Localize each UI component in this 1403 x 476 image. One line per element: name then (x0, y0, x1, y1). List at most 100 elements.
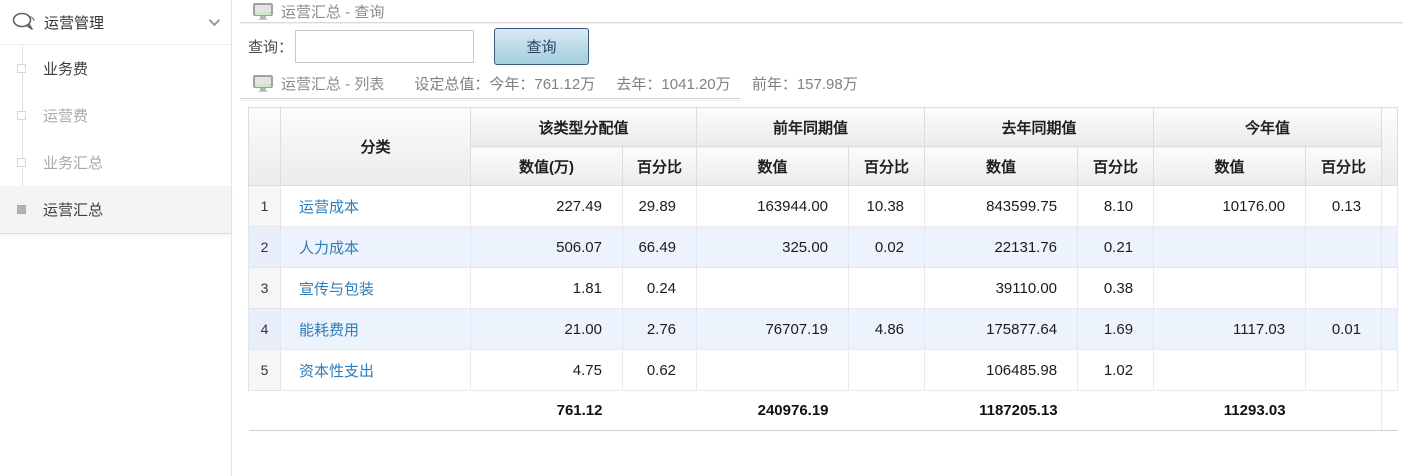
query-panel-title: 运营汇总 - 查询 (281, 1, 384, 22)
table-row: 1 运营成本 227.49 29.89 163944.00 10.38 8435… (249, 186, 1398, 227)
sidebar-item-yunyinghuizong[interactable]: 运营汇总 (0, 186, 231, 233)
category-link[interactable]: 宣传与包装 (299, 281, 374, 298)
category-link[interactable]: 资本性支出 (299, 363, 374, 380)
group-header-allocated: 该类型分配值 (471, 108, 697, 147)
row-index-cell: 2 (249, 227, 281, 268)
total-value-cell: 1187205.13 (925, 391, 1078, 431)
search-row: 查询： 查询 (240, 23, 1403, 70)
filler-cell (1382, 350, 1398, 391)
value-cell: 506.07 (471, 227, 623, 268)
summary-this-year: 今年：761.12万 (489, 76, 595, 93)
row-index-cell: 5 (249, 350, 281, 391)
category-cell: 能耗费用 (281, 309, 471, 350)
value-cell: 22131.76 (925, 227, 1078, 268)
percent-cell (1306, 227, 1382, 268)
value-cell: 175877.64 (925, 309, 1078, 350)
summary-table-wrap: 分类 该类型分配值 前年同期值 去年同期值 今年值 数值(万) 百分比 数值 百… (248, 107, 1403, 431)
percent-cell (1306, 268, 1382, 309)
table-group-header-row: 分类 该类型分配值 前年同期值 去年同期值 今年值 (249, 108, 1398, 147)
sub-header-value: 数值 (1154, 147, 1306, 186)
sidebar-item-label: 业务汇总 (43, 152, 103, 173)
summary-last-year: 去年：1041.20万 (616, 76, 730, 93)
total-percent-cell (623, 391, 697, 431)
sub-header-percent: 百分比 (1078, 147, 1154, 186)
percent-cell (849, 268, 925, 309)
value-cell: 76707.19 (697, 309, 849, 350)
percent-cell: 8.10 (1078, 186, 1154, 227)
tree-bullet-icon (17, 111, 26, 120)
list-panel-header: 运营汇总 - 列表 设定总值：今年：761.12万 去年：1041.20万 前年… (240, 70, 1403, 97)
sub-header-percent: 百分比 (623, 147, 697, 186)
total-percent-cell (1078, 391, 1154, 431)
value-cell: 1.81 (471, 268, 623, 309)
row-index-cell: 4 (249, 309, 281, 350)
value-cell (1154, 350, 1306, 391)
filler-cell (1382, 391, 1398, 431)
sub-header-value: 数值 (697, 147, 849, 186)
category-link[interactable]: 人力成本 (299, 240, 359, 257)
sidebar-item-label: 运营费 (43, 105, 88, 126)
sidebar: 运营管理 业务费 运营费 业务汇总 运营汇总 (0, 0, 232, 476)
sub-header-value: 数值 (925, 147, 1078, 186)
search-button[interactable]: 查询 (494, 28, 589, 65)
table-row: 3 宣传与包装 1.81 0.24 39110.00 0.38 (249, 268, 1398, 309)
percent-cell: 29.89 (623, 186, 697, 227)
table-row: 2 人力成本 506.07 66.49 325.00 0.02 22131.76… (249, 227, 1398, 268)
monitor-icon (253, 3, 273, 20)
totals-summary: 设定总值：今年：761.12万 去年：1041.20万 前年：157.98万 (414, 73, 857, 94)
percent-cell: 0.24 (623, 268, 697, 309)
value-cell: 4.75 (471, 350, 623, 391)
sidebar-item-yewufei[interactable]: 业务费 (0, 45, 231, 92)
value-cell (697, 350, 849, 391)
percent-cell: 10.38 (849, 186, 925, 227)
value-cell (697, 268, 849, 309)
main-content: 运营汇总 - 查询 查询： 查询 运营汇总 - 列表 设定总值：今年：761.1… (240, 0, 1403, 476)
filler-header (1382, 108, 1398, 186)
group-header-last-year: 去年同期值 (925, 108, 1154, 147)
percent-cell: 0.21 (1078, 227, 1154, 268)
table-row: 5 资本性支出 4.75 0.62 106485.98 1.02 (249, 350, 1398, 391)
sidebar-item-label: 运营汇总 (43, 199, 103, 220)
category-link[interactable]: 运营成本 (299, 199, 359, 216)
category-cell: 宣传与包装 (281, 268, 471, 309)
percent-cell: 1.69 (1078, 309, 1154, 350)
category-header: 分类 (281, 108, 471, 186)
search-input[interactable] (295, 30, 474, 63)
sidebar-item-yunyingfei[interactable]: 运营费 (0, 92, 231, 139)
value-cell: 325.00 (697, 227, 849, 268)
corner-header (249, 108, 281, 186)
total-percent-cell (1306, 391, 1382, 431)
monitor-icon (253, 75, 273, 92)
total-value-cell: 11293.03 (1154, 391, 1306, 431)
value-cell: 227.49 (471, 186, 623, 227)
percent-cell: 4.86 (849, 309, 925, 350)
summary-label: 设定总值： (414, 76, 489, 93)
category-link[interactable]: 能耗费用 (299, 322, 359, 339)
filler-cell (1382, 227, 1398, 268)
summary-prev-year: 前年：157.98万 (752, 76, 858, 93)
query-panel-header: 运营汇总 - 查询 (240, 0, 1403, 23)
summary-table: 分类 该类型分配值 前年同期值 去年同期值 今年值 数值(万) 百分比 数值 百… (248, 107, 1398, 431)
table-row: 4 能耗费用 21.00 2.76 76707.19 4.86 175877.6… (249, 309, 1398, 350)
percent-cell: 0.62 (623, 350, 697, 391)
filler-cell (1382, 268, 1398, 309)
category-cell: 人力成本 (281, 227, 471, 268)
sidebar-menu-header[interactable]: 运营管理 (0, 0, 231, 45)
value-cell: 10176.00 (1154, 186, 1306, 227)
tree-bullet-icon (17, 64, 26, 73)
category-cell: 运营成本 (281, 186, 471, 227)
total-value-cell: 240976.19 (697, 391, 849, 431)
value-cell: 106485.98 (925, 350, 1078, 391)
sidebar-item-yewuhuizong[interactable]: 业务汇总 (0, 139, 231, 186)
sidebar-menu-title: 运营管理 (44, 12, 209, 33)
filler-cell (1382, 186, 1398, 227)
chevron-down-icon (209, 15, 220, 26)
sub-header-value-wan: 数值(万) (471, 147, 623, 186)
percent-cell: 0.01 (1306, 309, 1382, 350)
percent-cell: 0.02 (849, 227, 925, 268)
value-cell (1154, 268, 1306, 309)
percent-cell: 2.76 (623, 309, 697, 350)
percent-cell: 0.38 (1078, 268, 1154, 309)
value-cell: 1117.03 (1154, 309, 1306, 350)
sub-header-percent: 百分比 (849, 147, 925, 186)
